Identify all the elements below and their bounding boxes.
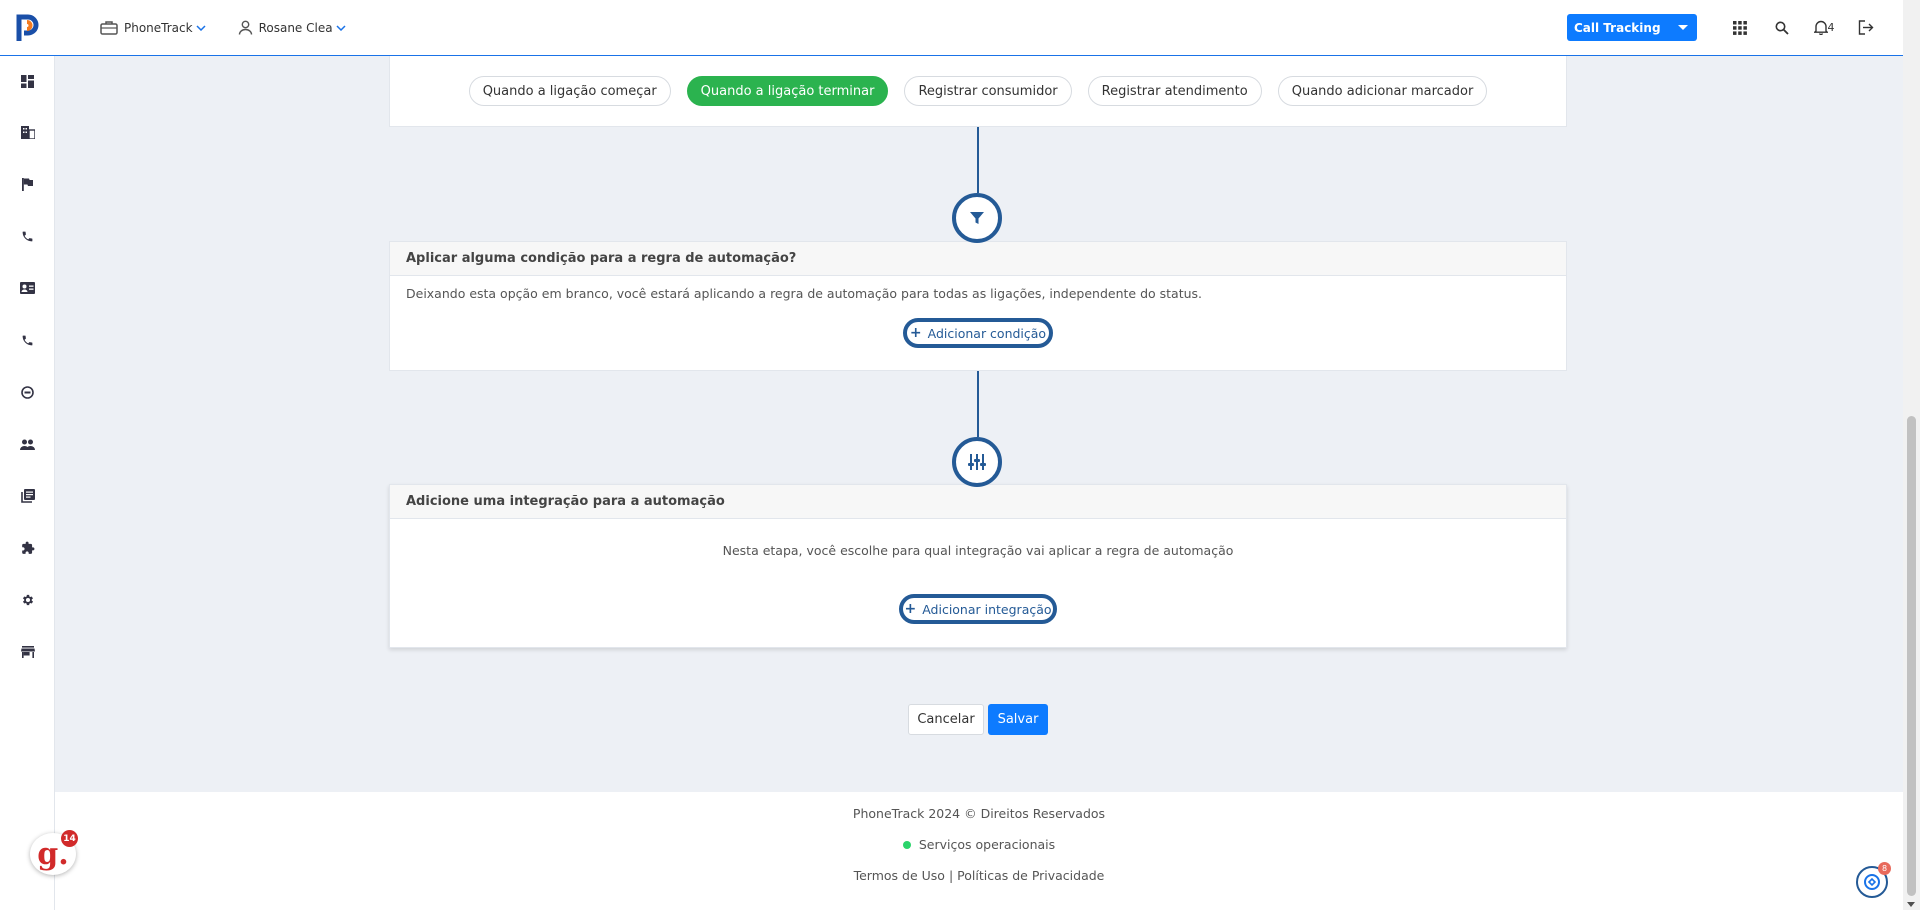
sidebar-item-reports[interactable] [0,470,55,522]
page-scrollbar[interactable] [1903,0,1920,910]
filter-icon [970,211,984,224]
company-name: PhoneTrack [124,20,193,35]
store-icon [20,646,35,658]
plus-icon: + [909,325,922,341]
user-name: Rosane Clea [258,20,333,35]
service-status[interactable]: Serviços operacionais [55,837,1903,852]
top-bar: PhoneTrack Rosane Clea Call Tracking 4 [0,0,1903,56]
filter-node [952,193,1002,243]
search-icon[interactable] [1761,13,1803,43]
integration-description: Nesta etapa, você escolhe para qual inte… [722,543,1234,558]
trigger-register-service[interactable]: Registrar atendimento [1087,76,1262,106]
condition-title: Aplicar alguma condição para a regra de … [390,242,1566,276]
scrollbar-thumb[interactable] [1907,416,1916,896]
chat-widget-count: 8 [1878,862,1891,875]
sidebar-item-companies[interactable] [0,106,55,158]
user-icon [238,20,252,35]
flow-connector [977,371,979,437]
sidebar-item-settings[interactable] [0,574,55,626]
sidebar-item-users[interactable] [0,418,55,470]
chevron-down-icon [196,24,206,31]
sidebar [0,56,55,910]
condition-description: Deixando esta opção em branco, você esta… [406,286,1203,301]
product-select[interactable]: Call Tracking [1567,14,1697,41]
phone-icon [22,231,33,241]
sidebar-item-dashboard[interactable] [0,56,55,106]
notifications-button[interactable]: 4 [1803,13,1845,43]
sidebar-item-calls[interactable] [0,210,55,262]
footer: PhoneTrack 2024 © Direitos Reservados Se… [55,792,1903,910]
flag-icon [22,177,33,191]
puzzle-icon [21,541,34,554]
trigger-call-start[interactable]: Quando a ligação começar [468,76,671,106]
phone-icon [22,335,33,345]
gear-icon [22,594,33,606]
trigger-register-consumer[interactable]: Registrar consumidor [904,76,1072,106]
sidebar-item-call-tracking[interactable] [0,314,55,366]
status-dot-icon [902,840,911,849]
chevron-down-icon [336,24,346,31]
trigger-panel: Quando a ligação começar Quando a ligaçã… [389,56,1567,127]
sidebar-item-integrations[interactable] [0,522,55,574]
g-widget-count: 14 [61,830,78,847]
flow-connector [977,127,979,193]
save-button[interactable]: Salvar [988,704,1048,735]
building-icon [20,125,35,139]
terms-link[interactable]: Termos de Uso [854,868,945,883]
scroll-down-arrow-icon[interactable] [1907,902,1915,907]
add-integration-label: Adicionar integração [922,601,1052,617]
footer-separator: | [948,868,954,883]
service-status-label: Serviços operacionais [918,837,1056,852]
user-selector[interactable]: Rosane Clea [238,20,352,35]
sidebar-item-goals[interactable] [0,366,55,418]
sidebar-item-store[interactable] [0,626,55,678]
sidebar-item-campaigns[interactable] [0,158,55,210]
add-integration-button[interactable]: + Adicionar integração [899,594,1057,624]
logout-icon[interactable] [1845,13,1887,43]
add-condition-label: Adicionar condição [927,325,1047,341]
privacy-link[interactable]: Políticas de Privacidade [957,868,1104,883]
plus-icon: + [904,601,917,617]
chat-widget-button[interactable]: 8 [1856,862,1891,898]
company-selector[interactable]: PhoneTrack [100,20,212,35]
sidebar-item-contacts[interactable] [0,262,55,314]
product-label: Call Tracking [1574,20,1661,35]
copyright: PhoneTrack 2024 © Direitos Reservados [852,806,1106,821]
cancel-button[interactable]: Cancelar [908,704,984,735]
briefcase-icon [100,21,118,35]
form-actions: Cancelar Salvar [908,704,1048,735]
footer-links: Termos de Uso | Políticas de Privacidade [55,868,1903,883]
trigger-call-end[interactable]: Quando a ligação terminar [686,76,889,106]
trigger-add-tag[interactable]: Quando adicionar marcador [1277,76,1488,106]
bell-icon [1813,20,1828,35]
apps-grid-icon[interactable] [1719,13,1761,43]
integration-title: Adicione uma integração para a automação [390,485,1566,519]
equalizer-icon [968,454,986,470]
caret-down-icon [1678,25,1688,30]
notifications-count: 4 [1827,21,1835,34]
g-widget-button[interactable]: g. 14 [30,830,78,875]
library-icon [20,489,35,503]
condition-panel: Aplicar alguma condição para a regra de … [389,241,1567,371]
target-icon [21,385,34,399]
contact-card-icon [20,282,35,294]
people-icon [20,439,35,450]
add-condition-button[interactable]: + Adicionar condição [903,318,1053,348]
integration-node [952,437,1002,487]
phonetrack-logo[interactable] [0,0,54,56]
chat-icon [1864,874,1880,890]
dashboard-icon [21,74,34,88]
